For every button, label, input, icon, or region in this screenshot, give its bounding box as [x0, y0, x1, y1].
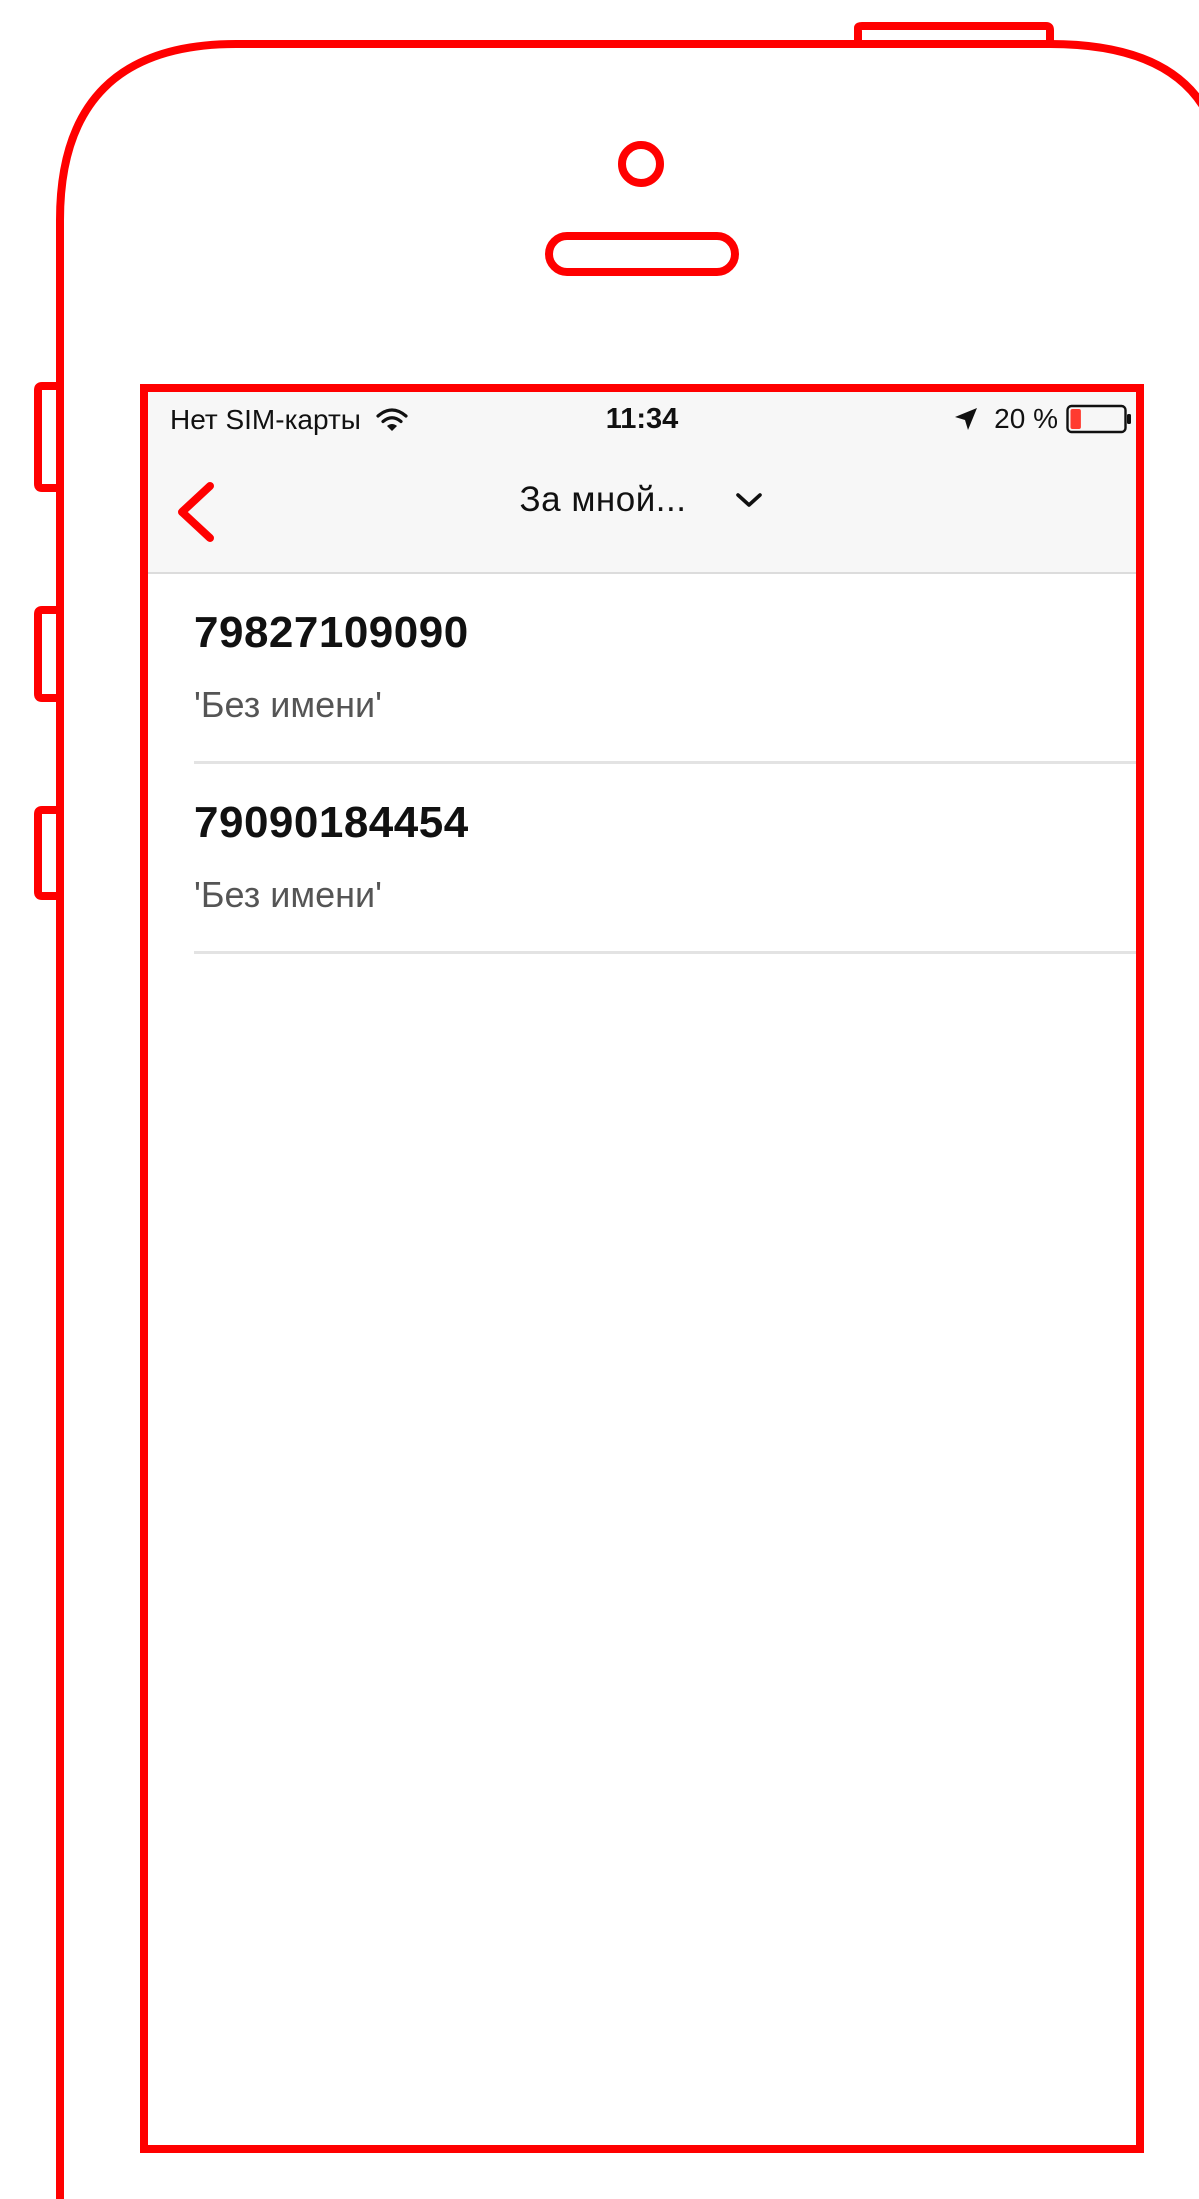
device-mockup: Нет SIM-карты 11:34 20 % За мной... 7982…	[0, 0, 1199, 2199]
contact-name: 'Без имени'	[194, 874, 382, 915]
title-dropdown[interactable]: За мной...	[148, 480, 1136, 520]
divider	[194, 951, 1136, 954]
battery-percent: 20 %	[994, 403, 1058, 434]
list-item[interactable]: 79827109090 'Без имени'	[148, 574, 1136, 764]
battery-level-fill	[1070, 409, 1081, 429]
phone-number: 79827109090	[194, 608, 469, 657]
battery-icon	[1066, 404, 1131, 434]
phone-number: 79090184454	[194, 798, 469, 847]
navigation-bar: За мной...	[148, 450, 1136, 574]
status-right: 20 %	[954, 403, 1132, 435]
location-arrow-icon	[955, 408, 978, 430]
contact-list: 79827109090 'Без имени' 79090184454 'Без…	[148, 574, 1136, 954]
list-item[interactable]: 79090184454 'Без имени'	[148, 764, 1136, 954]
contact-name: 'Без имени'	[194, 684, 382, 725]
page-title: За мной...	[519, 480, 687, 519]
app-screen: Нет SIM-карты 11:34 20 % За мной... 7982…	[148, 392, 1136, 2145]
status-bar: Нет SIM-карты 11:34 20 %	[148, 392, 1136, 450]
chevron-down-icon	[736, 493, 763, 507]
